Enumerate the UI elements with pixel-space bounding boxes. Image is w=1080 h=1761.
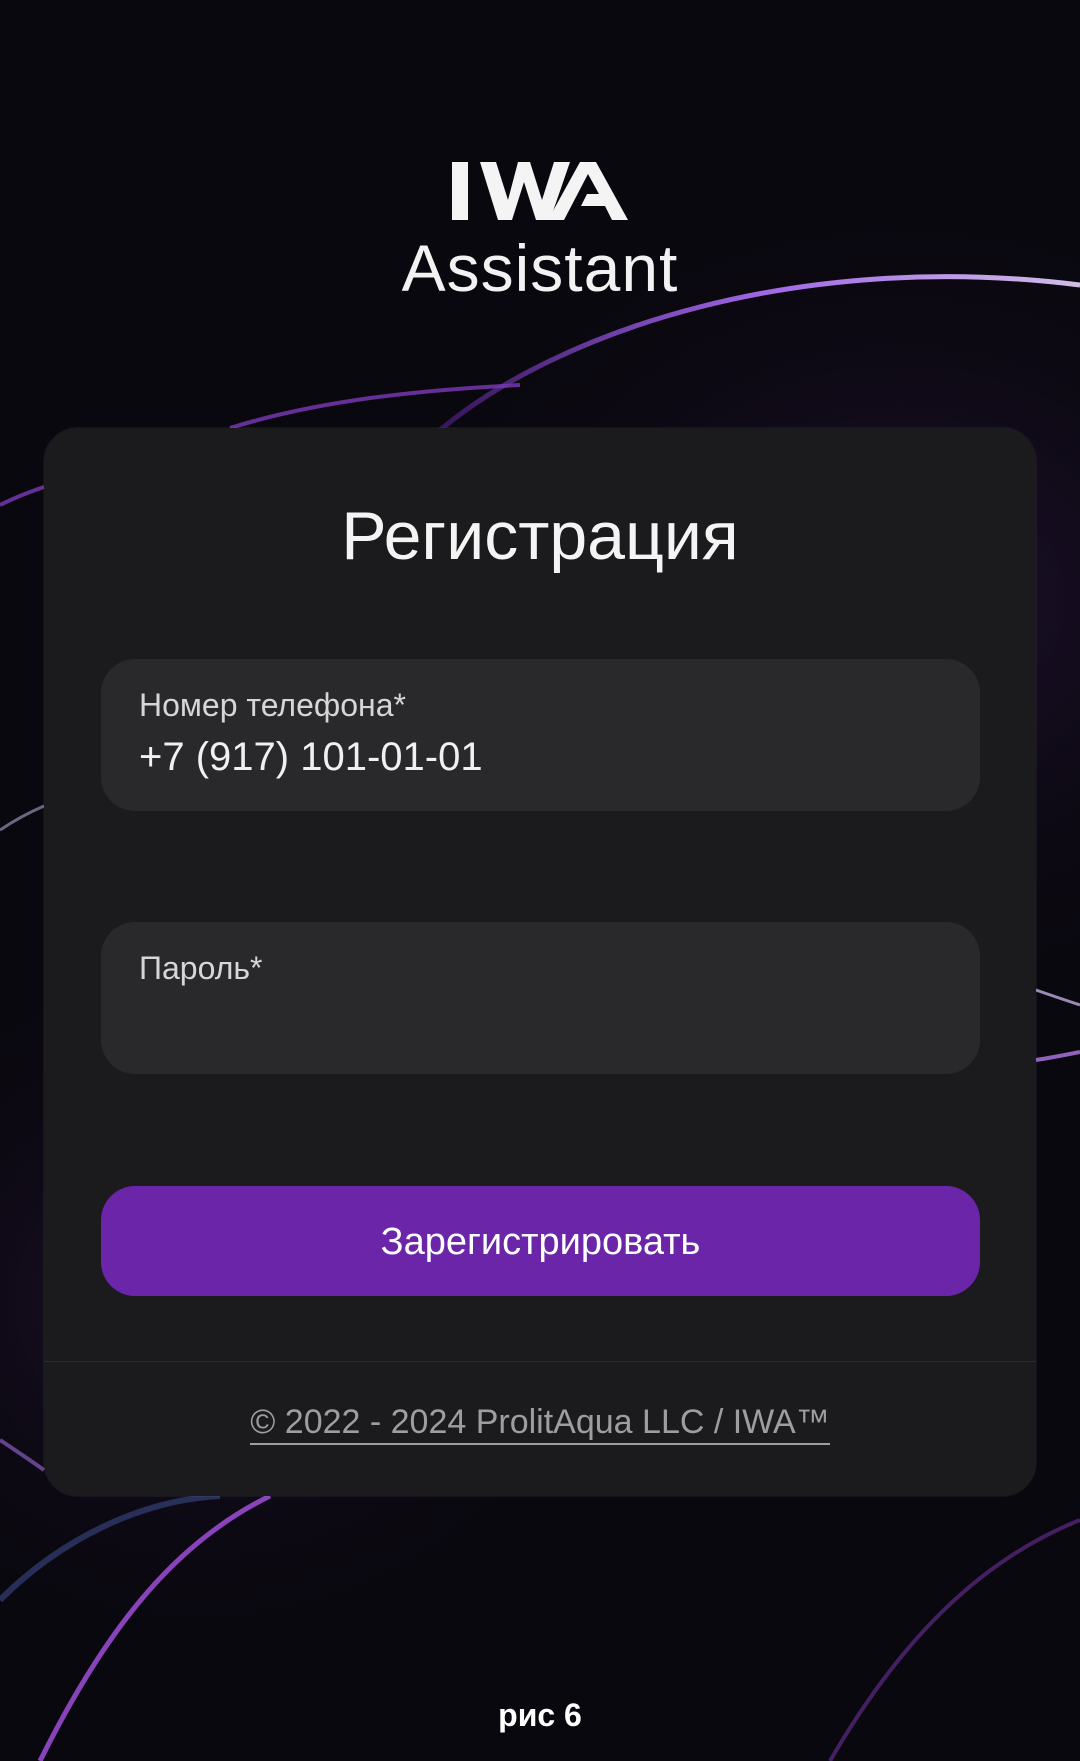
copyright-link[interactable]: © 2022 - 2024 ProlitAqua LLC / IWA™ xyxy=(250,1403,830,1445)
password-input[interactable] xyxy=(139,996,939,1044)
figure-caption: рис 6 xyxy=(498,1697,582,1733)
card-divider xyxy=(44,1361,1036,1362)
brand-subtitle: Assistant xyxy=(401,231,679,305)
phone-input[interactable] xyxy=(139,733,939,781)
registration-card: Регистрация Номер телефона* Пароль* Заре… xyxy=(44,428,1036,1496)
password-field[interactable]: Пароль* xyxy=(101,922,980,1074)
iwa-logo-icon xyxy=(452,162,628,220)
brand-header: Assistant xyxy=(0,160,1080,304)
register-button[interactable]: Зарегистрировать xyxy=(101,1186,980,1296)
phone-screen: Assistant Регистрация Номер телефона* Па… xyxy=(0,0,1080,1761)
password-label: Пароль* xyxy=(139,950,263,986)
phone-field[interactable]: Номер телефона* xyxy=(101,659,980,811)
phone-label: Номер телефона* xyxy=(139,687,406,723)
footer: © 2022 - 2024 ProlitAqua LLC / IWA™ xyxy=(44,1400,1036,1445)
page-title: Регистрация xyxy=(341,498,739,574)
screen: Assistant Регистрация Номер телефона* Па… xyxy=(0,0,1080,1761)
